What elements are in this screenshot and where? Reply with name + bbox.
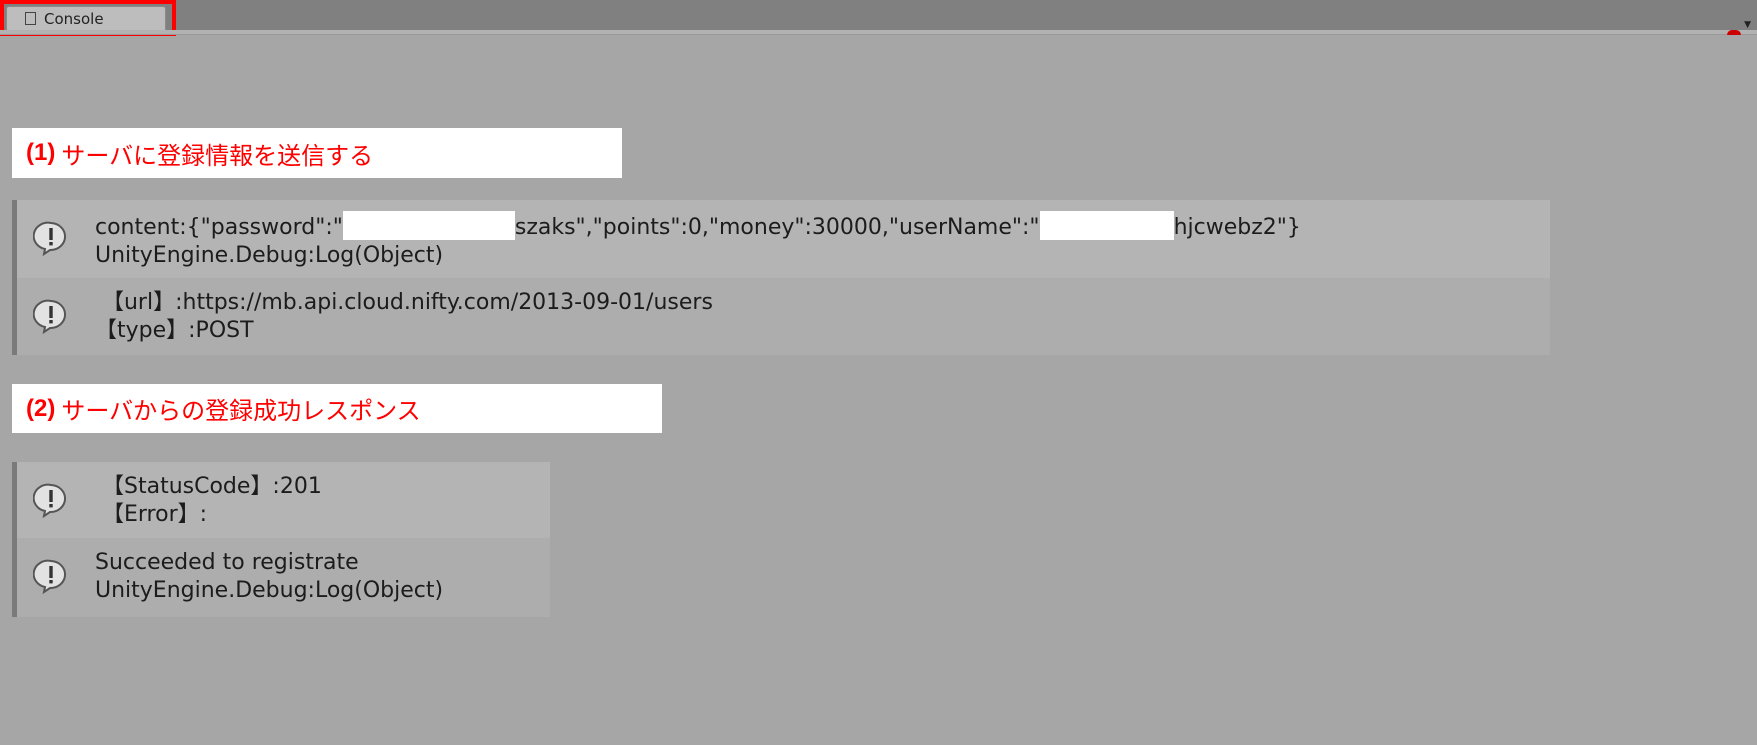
log-group-request: content:{"password":" szaks","points":0,"… [12,200,1550,355]
log-entry[interactable]: content:{"password":" szaks","points":0,"… [17,200,1550,278]
annotation-text: サーバからの登録成功レスポンス [61,397,421,425]
redacted-username [1039,211,1174,240]
annotation-2: (2) サーバからの登録成功レスポンス [12,384,662,433]
log-message: 【StatusCode】:201 【Error】: [95,474,322,527]
warning-icon [33,298,69,334]
annotation-1: (1) サーバに登録情報を送信する [12,128,622,178]
log-entry[interactable]: 【url】:https://mb.api.cloud.nifty.com/201… [17,278,1550,355]
log-message: content:{"password":" szaks","points":0,"… [95,211,1301,270]
annotation-number: (2) [26,394,56,422]
warning-icon [33,482,69,518]
log-entry[interactable]: Succeeded to registrate UnityEngine.Debu… [17,538,550,617]
tab-bar: Console ▼ [0,0,1757,30]
log-entry[interactable]: 【StatusCode】:201 【Error】: [17,462,550,538]
window-menu-icon[interactable]: ▼ [1744,20,1751,30]
annotation-text: サーバに登録情報を送信する [61,141,374,170]
log-group-response: 【StatusCode】:201 【Error】: Succeeded to r… [12,462,550,617]
warning-icon [33,220,69,256]
log-message: Succeeded to registrate UnityEngine.Debu… [95,550,444,603]
log-message: 【url】:https://mb.api.cloud.nifty.com/201… [95,290,713,343]
warning-icon [33,558,69,594]
annotation-number: (1) [26,139,56,166]
error-toggle-icon[interactable] [1727,30,1741,35]
redacted-password [342,211,515,240]
console-toolbar [0,30,1757,35]
